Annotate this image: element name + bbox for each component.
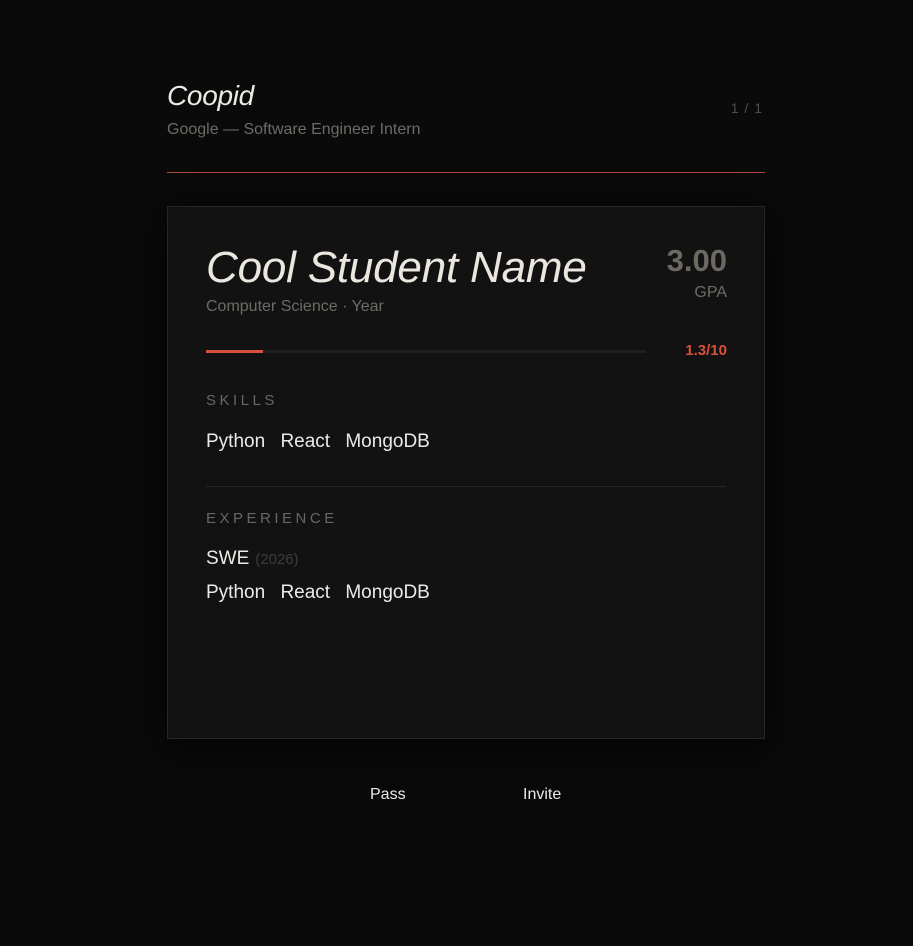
skills-list: Python React MongoDB [206,431,440,453]
experience-label: EXPERIENCE [206,510,338,527]
experience-entry: SWE (2026) [206,548,299,570]
pass-button[interactable]: Pass [370,786,406,804]
score-bar-fill [206,350,264,353]
pager-count: 1 / 1 [730,100,763,116]
score-bar [206,350,646,353]
skills-label: SKILLS [206,392,278,409]
invite-button[interactable]: Invite [523,786,561,804]
experience-year: (2026) [255,551,299,568]
experience-skills-list: Python React MongoDB [206,582,440,604]
experience-title: SWE [206,548,250,569]
candidate-card: Cool Student Name Computer Science · Yea… [167,206,765,739]
job-subtitle: Google — Software Engineer Intern [167,121,421,138]
experience-tag: Python [206,582,266,603]
experience-tag: MongoDB [345,582,430,603]
candidate-major: Computer Science · Year [206,298,384,315]
brand-title: Coopid [167,80,254,111]
gpa-label: GPA [694,284,727,301]
candidate-name: Cool Student Name [206,243,587,292]
header-divider [167,172,765,173]
section-divider [206,486,726,487]
skill-tag: Python [206,431,266,452]
skill-tag: MongoDB [345,431,430,452]
score-text: 1.3/10 [685,342,727,359]
skill-tag: React [280,431,331,452]
experience-tag: React [280,582,331,603]
gpa-value: 3.00 [666,243,727,278]
